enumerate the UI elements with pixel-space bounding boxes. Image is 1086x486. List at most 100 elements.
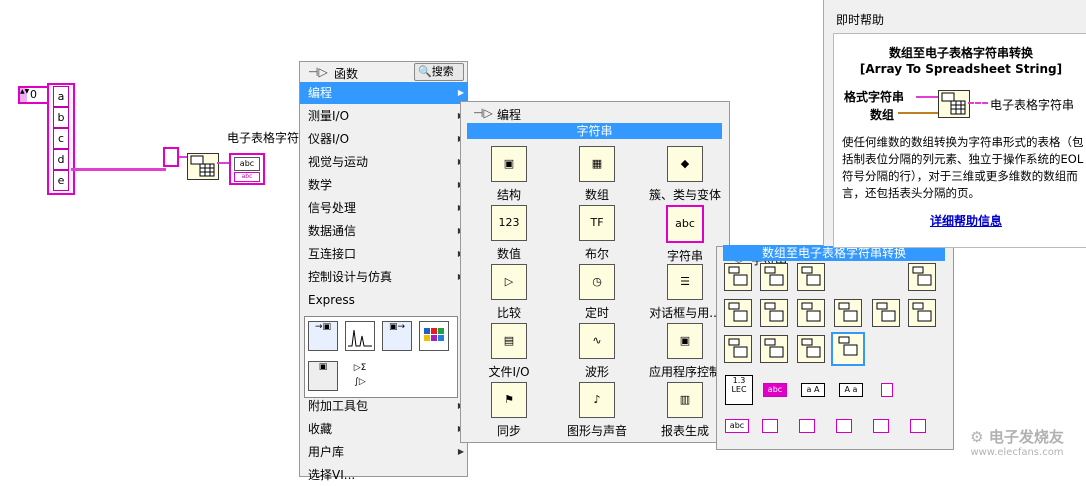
functions-menu-item[interactable]: 仪器I/O▶ (300, 128, 468, 150)
functions-menu-item[interactable]: 互连接口▶ (300, 243, 468, 265)
programming-subpalette[interactable]: ▣ 结构 (465, 146, 553, 203)
express-icon-grid: →▣ ▣→ ▣ ▷Σ ∫▷ (304, 316, 458, 398)
wire-array-out (71, 168, 166, 171)
string-constant-icon[interactable] (873, 419, 889, 433)
string-function-icon[interactable] (724, 335, 752, 363)
string-constant-icon[interactable] (881, 383, 893, 397)
string-constant-icon[interactable] (762, 419, 778, 433)
spreadsheet-icon (190, 155, 215, 177)
string-indicator[interactable]: abc abc (229, 153, 265, 185)
string-function-icon[interactable] (760, 335, 788, 363)
express-structure-icon[interactable]: ▣ (308, 361, 338, 391)
subpalette-label: 比较 (496, 306, 521, 320)
string-constant-icon[interactable]: A a (839, 383, 863, 397)
programming-subpalette[interactable]: ∿ 波形 (553, 323, 641, 380)
functions-menu-item-label: 选择VI... (308, 468, 356, 482)
spreadsheet-icon (941, 92, 966, 115)
subpalette-icon: ∿ (579, 323, 615, 359)
string-function-icon[interactable] (797, 299, 825, 327)
functions-menu-item[interactable]: 视觉与运动▶ (300, 151, 468, 173)
functions-menu-item-label: 收藏 (308, 422, 333, 436)
subpalette-label: 数值 (496, 247, 521, 261)
express-math-icon[interactable]: ▷Σ ∫▷ (345, 361, 375, 391)
programming-subpalette[interactable]: ▦ 数组 (553, 146, 641, 203)
subpalette-icon: ▣ (491, 146, 527, 182)
functions-menu-item-label: 控制设计与仿真 (308, 270, 393, 284)
subpalette-icon: ◷ (579, 264, 615, 300)
programming-subpalette[interactable]: ▷ 比较 (465, 264, 553, 321)
string-function-icon[interactable] (908, 299, 936, 327)
functions-menu-item[interactable]: 数据通信▶ (300, 220, 468, 242)
help-output: 电子表格字符串 (990, 98, 1075, 112)
functions-menu-item[interactable]: 数学▶ (300, 174, 468, 196)
express-indicator-icon[interactable] (419, 321, 449, 351)
help-input-array: 数组 (870, 108, 895, 122)
array-element[interactable]: e (53, 170, 69, 191)
string-constant-icon[interactable] (836, 419, 852, 433)
subpalette-label: 文件I/O (488, 365, 530, 379)
array-to-spreadsheet-node[interactable] (187, 153, 219, 180)
subpalette-icon: ♪ (579, 382, 615, 418)
subpalette-icon: ▦ (579, 146, 615, 182)
programming-subpalette[interactable]: TF 布尔 (553, 205, 641, 262)
array-element[interactable]: b (53, 107, 69, 128)
search-button[interactable]: 🔍搜索 (414, 63, 464, 81)
functions-menu-item[interactable]: 选择VI... (300, 464, 468, 486)
string-function-icon[interactable] (760, 299, 788, 327)
functions-menu-item-label: 用户库 (308, 445, 345, 459)
string-function-icon[interactable] (872, 299, 900, 327)
express-output-icon[interactable]: ▣→ (382, 321, 412, 351)
string-function-icon[interactable] (797, 335, 825, 363)
context-help-content: 数组至电子表格字符串转换 [Array To Spreadsheet Strin… (833, 33, 1086, 248)
functions-menu-item-label: 仪器I/O (308, 132, 350, 146)
string-function-icon[interactable] (831, 332, 865, 366)
pin-icon[interactable]: ⊣▷ (473, 106, 493, 120)
string-constant-icon[interactable]: 1.3 LEC (725, 375, 753, 405)
string-constant-icon[interactable]: abc (725, 419, 749, 433)
pin-icon[interactable]: ⊣▷ (308, 65, 328, 79)
indicator-label: 电子表格字符 (227, 131, 300, 145)
string-function-icon[interactable] (797, 263, 825, 291)
subpalette-icon: ▷ (491, 264, 527, 300)
subpalette-icon: ☰ (667, 264, 703, 300)
string-function-icon[interactable] (724, 263, 752, 291)
programming-palette: ⊣▷ 编程 字符串 ▣ 结构 ▦ 数组 ◆ 簇、类与变体 123 数值 TF 布尔 abc 字符串 ▷ 比… (460, 101, 730, 443)
array-element[interactable]: a (53, 86, 69, 107)
functions-menu-item[interactable]: 信号处理▶ (300, 197, 468, 219)
string-constant-pink[interactable] (163, 147, 179, 167)
functions-menu-item[interactable]: 控制设计与仿真▶ (300, 266, 468, 288)
functions-menu-item[interactable]: 编程 ▶ (300, 82, 468, 104)
functions-menu-item[interactable]: 用户库 ▶ (300, 441, 468, 463)
functions-menu-item[interactable]: Express (300, 289, 468, 311)
string-constant-icon[interactable]: abc (763, 383, 787, 397)
programming-subpalette[interactable]: ▤ 文件I/O (465, 323, 553, 380)
functions-menu-item[interactable]: 测量I/O▶ (300, 105, 468, 127)
string-function-icon[interactable] (834, 299, 862, 327)
help-func-title: 数组至电子表格字符串转换 (888, 46, 1033, 60)
array-element[interactable]: d (53, 149, 69, 170)
functions-menu-item[interactable]: 附加工具包▶ (300, 395, 468, 417)
help-wire-format (916, 96, 938, 98)
subpalette-icon: abc (666, 205, 704, 243)
string-constant-icon[interactable] (910, 419, 926, 433)
functions-menu-item[interactable]: 收藏▶ (300, 418, 468, 440)
programming-subpalette[interactable]: 123 数值 (465, 205, 553, 262)
string-function-icon[interactable] (908, 263, 936, 291)
programming-subpalette[interactable]: ◷ 定时 (553, 264, 641, 321)
string-constant-icon[interactable] (799, 419, 815, 433)
programming-subpalette[interactable]: ◆ 簇、类与变体 (641, 146, 729, 203)
array-element[interactable]: c (53, 128, 69, 149)
string-function-icon[interactable] (760, 263, 788, 291)
functions-menu-item-label: 信号处理 (308, 201, 357, 215)
express-input-icon[interactable]: →▣ (308, 321, 338, 351)
subpalette-icon: ▣ (667, 323, 703, 359)
programming-subpalette[interactable]: ♪ 图形与声音 (553, 382, 641, 439)
express-signal-analysis-icon[interactable] (345, 321, 375, 351)
string-constant-icon[interactable]: a A (801, 383, 825, 397)
wire-output (217, 162, 229, 164)
numeric-increment-icon[interactable]: ▲▼ (20, 88, 29, 102)
string-function-icon[interactable] (724, 299, 752, 327)
help-detail-link[interactable]: 详细帮助信息 (930, 212, 1002, 229)
functions-menu-item-label: 编程 (308, 86, 333, 100)
programming-subpalette[interactable]: ⚑ 同步 (465, 382, 553, 439)
